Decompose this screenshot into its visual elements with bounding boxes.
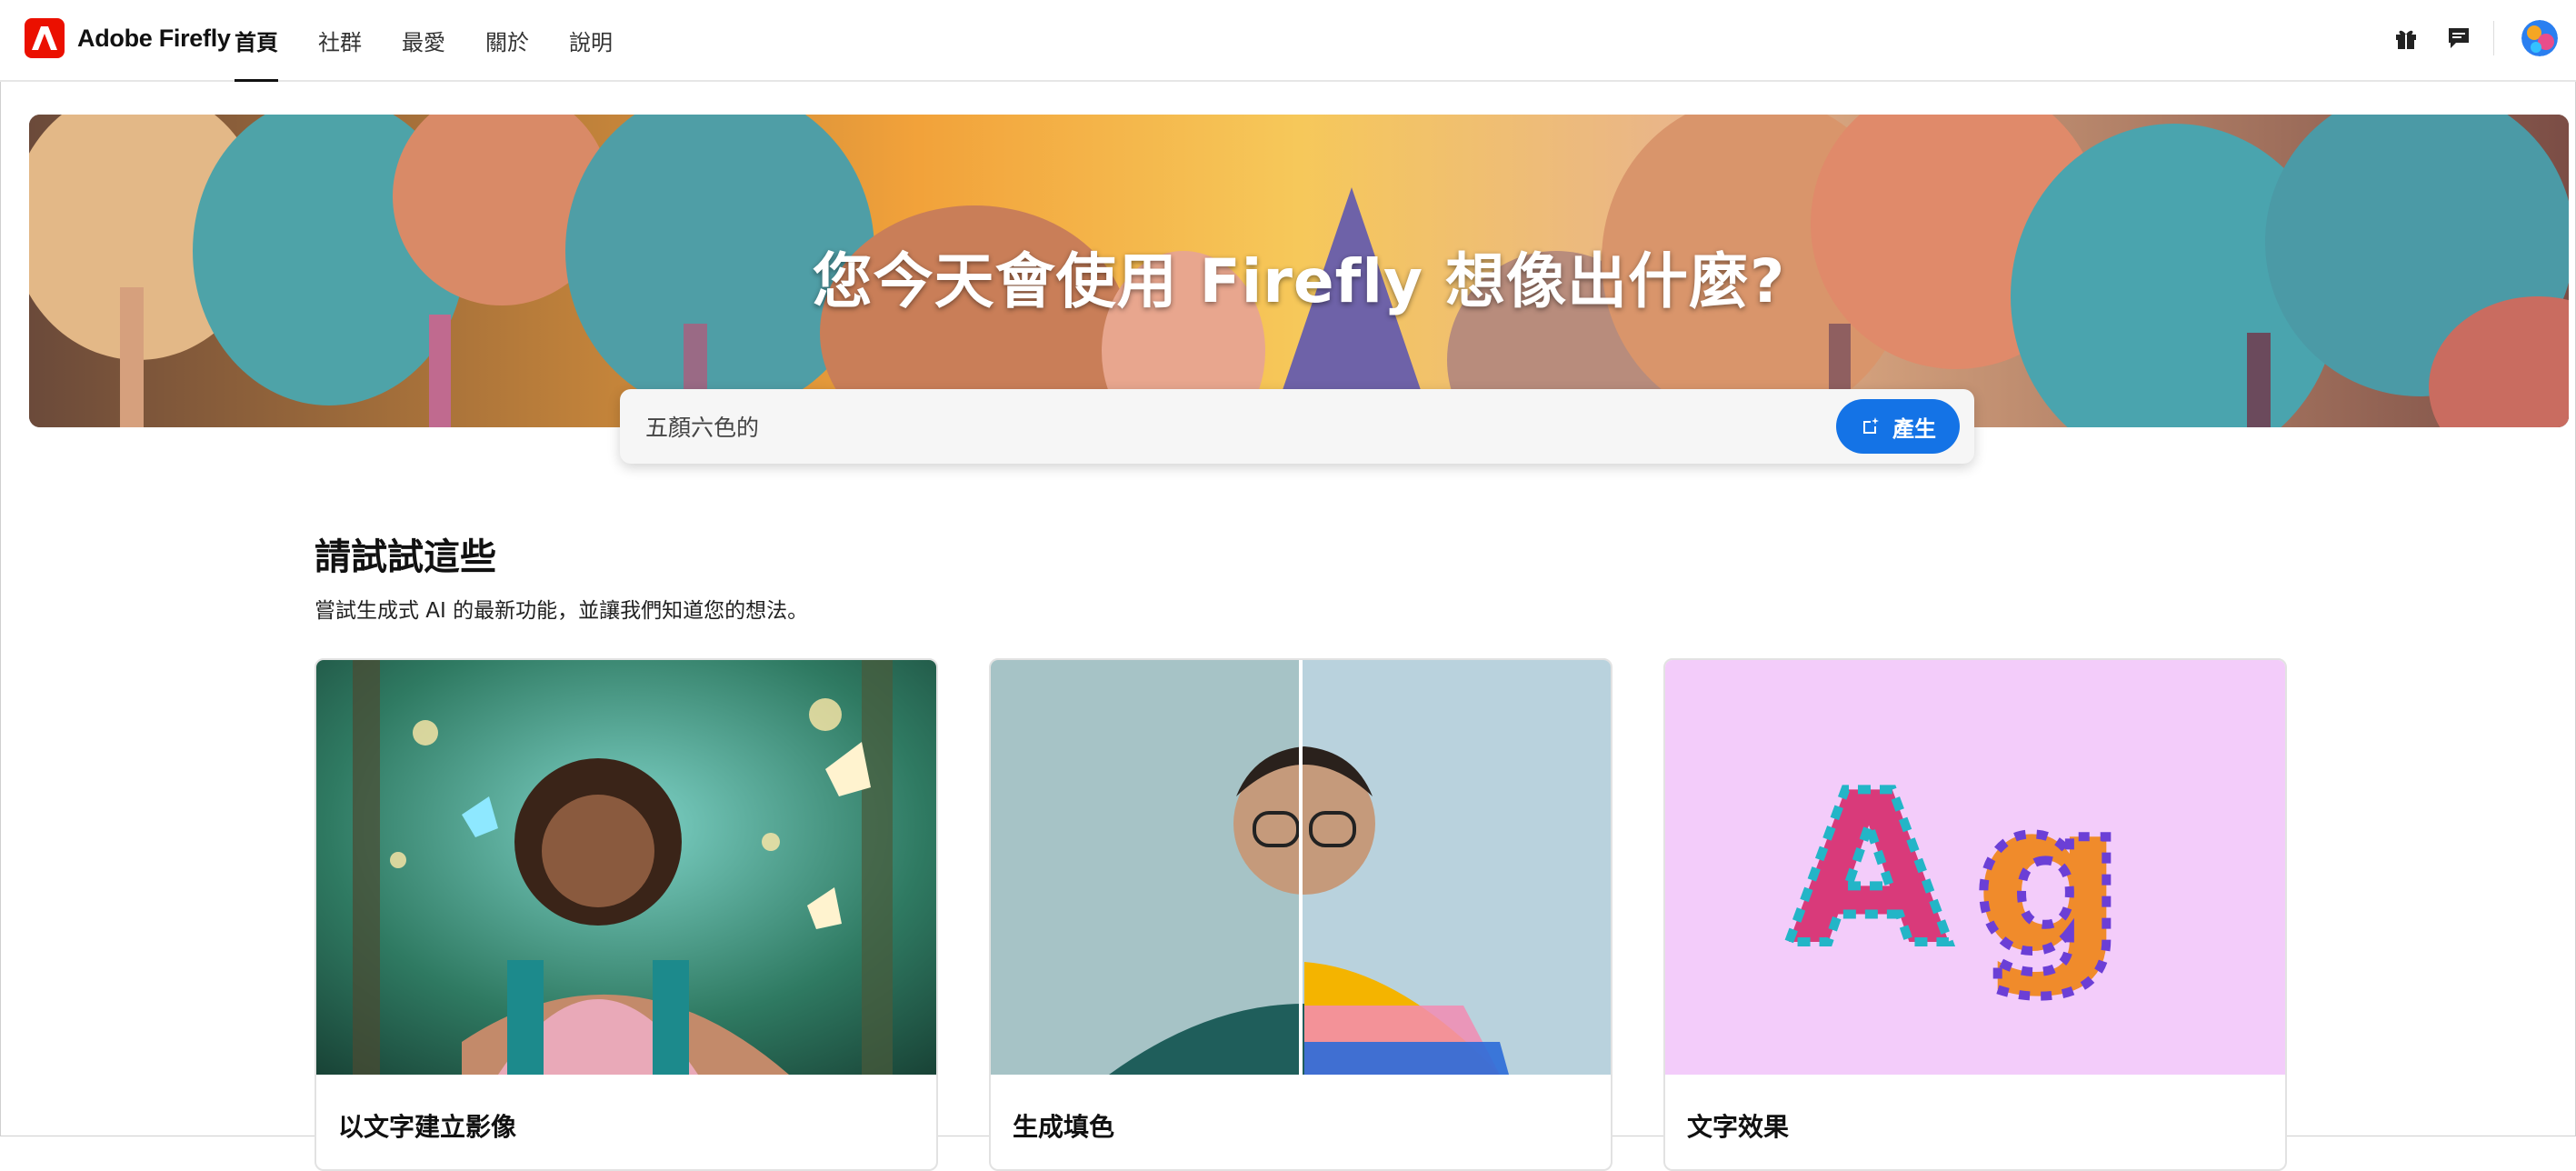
svg-text:A: A	[1788, 749, 1950, 992]
card-generative-fill[interactable]: 生成填色	[989, 658, 1612, 1171]
generate-button[interactable]: 產生	[1836, 399, 1960, 454]
nav-item-home[interactable]: 首頁	[235, 0, 278, 82]
card-text-to-image[interactable]: 以文字建立影像	[315, 658, 938, 1171]
nav-item-about[interactable]: 關於	[485, 0, 529, 80]
app-name: Adobe Firefly	[77, 24, 231, 52]
card-label: 生成填色	[1013, 1112, 1115, 1142]
card-text-effects-thumbnail: A A g g	[1665, 660, 2285, 1075]
hero-title: 您今天會使用 Firefly 想像出什麼?	[812, 246, 1786, 316]
header-divider	[2493, 21, 2494, 55]
nav-item-help[interactable]: 說明	[569, 0, 613, 80]
prompt-bar: 產生	[620, 389, 1974, 464]
prompt-input[interactable]	[620, 399, 1836, 454]
generate-icon	[1863, 417, 1879, 434]
nav-item-favorites[interactable]: 最愛	[402, 0, 445, 80]
card-generative-fill-thumbnail	[991, 660, 1611, 1075]
nav-item-community[interactable]: 社群	[318, 0, 362, 80]
section-subtitle: 嘗試生成式 AI 的最新功能，並讓我們知道您的想法。	[315, 599, 809, 623]
generate-button-label: 產生	[1892, 415, 1936, 442]
brand[interactable]: Adobe Firefly	[25, 18, 231, 58]
feature-cards: 以文字建立影像 生成填色 A A g g 文字效果	[315, 658, 2287, 1171]
main-nav: 首頁 社群 最愛 關於 說明	[235, 0, 613, 82]
card-text-effects[interactable]: A A g g 文字效果	[1663, 658, 2287, 1171]
card-label: 文字效果	[1687, 1112, 1790, 1142]
header-actions	[2393, 20, 2558, 56]
section-title: 請試試這些	[315, 536, 496, 578]
adobe-logo-icon	[25, 18, 65, 58]
card-label: 以文字建立影像	[338, 1112, 517, 1142]
hero-banner: 您今天會使用 Firefly 想像出什麼?	[29, 115, 2569, 427]
avatar[interactable]	[2521, 20, 2558, 56]
card-text-to-image-thumbnail	[316, 660, 936, 1075]
svg-text:g: g	[1974, 758, 2124, 1001]
top-navigation-bar: Adobe Firefly 首頁 社群 最愛 關於 說明	[0, 0, 2576, 82]
gift-icon[interactable]	[2393, 25, 2419, 51]
chat-icon[interactable]	[2446, 25, 2471, 51]
